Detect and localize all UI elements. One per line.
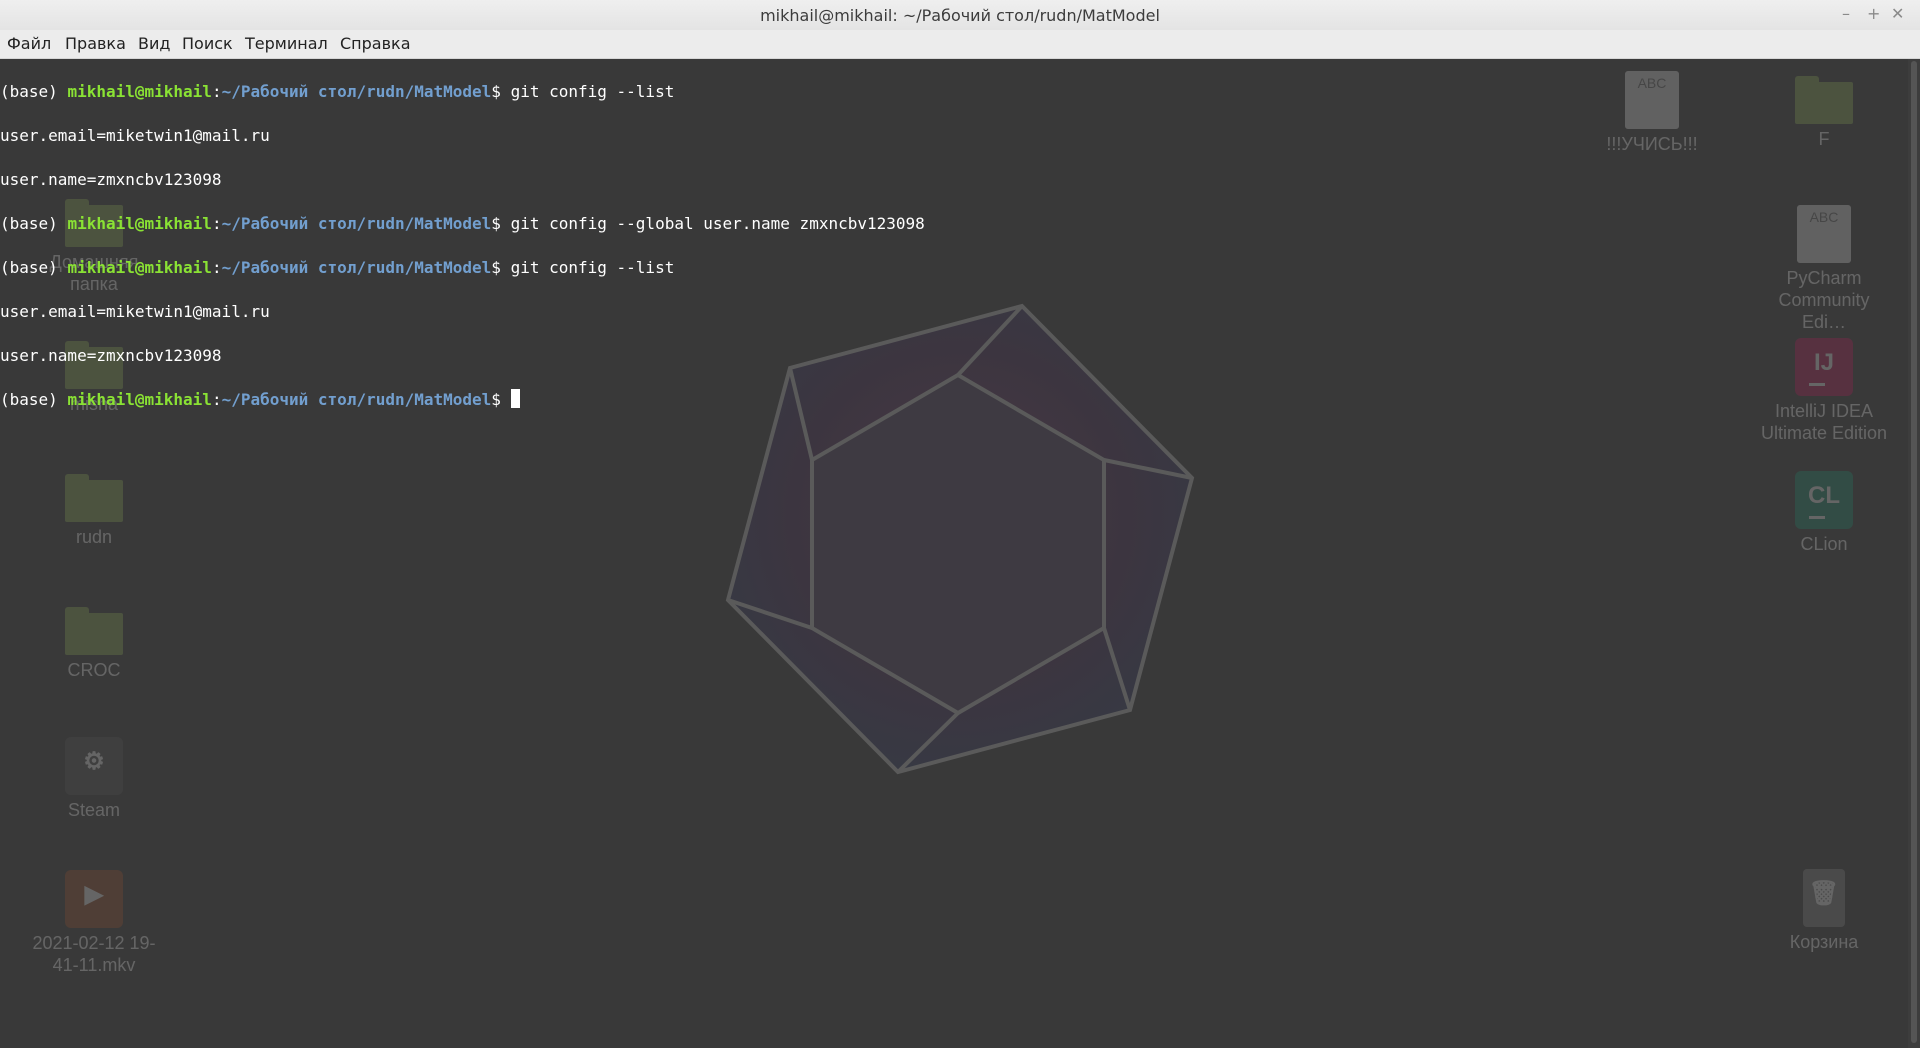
desktop-icon-pycharm: ABC PyCharm Community Edi… (1759, 205, 1889, 333)
desktop-icon-uchis: ABC !!!УЧИСЬ!!! (1587, 71, 1717, 155)
terminal-line: user.email=miketwin1@mail.ru (0, 126, 270, 145)
window-title: mikhail@mikhail: ~/Рабочий стол/rudn/Mat… (760, 6, 1160, 25)
desktop-icon-steam: ⚙ Steam (29, 737, 159, 821)
terminal-output: (base) mikhail@mikhail:~/Рабочий стол/ru… (0, 59, 925, 455)
desktop-icon-label: Корзина (1789, 932, 1859, 952)
command-text: git config --list (500, 258, 675, 277)
command-text (501, 390, 511, 409)
menu-bar: Файл Правка Вид Поиск Терминал Справка (0, 30, 1920, 59)
minimize-button[interactable]: – (1842, 4, 1850, 24)
desktop-icon-label: rudn (75, 527, 113, 547)
video-file-icon: ▶ (65, 870, 123, 928)
terminal-line: (base) mikhail@mikhail:~/Рабочий стол/ru… (0, 214, 925, 233)
steam-icon: ⚙ (65, 737, 123, 795)
desktop-icon-label: PyCharm Community Edi… (1778, 268, 1870, 332)
menu-terminal[interactable]: Терминал (245, 34, 328, 53)
intellij-glyph: IJ (1813, 349, 1834, 376)
desktop-icon-rudn: rudn (29, 474, 159, 548)
terminal-line: user.name=zmxncbv123098 (0, 170, 222, 189)
trash-icon: 🗑 (1803, 869, 1845, 927)
command-text: git config --list (500, 82, 675, 101)
prompt-user-host: mikhail@mikhail (67, 82, 212, 101)
intellij-icon: IJ (1795, 338, 1853, 396)
desktop-icon-label: 2021-02-12 19-41-11.mkv (32, 933, 156, 975)
terminal-cursor[interactable] (510, 389, 520, 408)
desktop-icon-label: CLion (1800, 534, 1848, 554)
menu-help[interactable]: Справка (340, 34, 411, 53)
folder-icon (1795, 76, 1853, 124)
folder-icon (65, 474, 123, 522)
desktop-icon-f: F (1759, 76, 1889, 150)
desktop-icon-label: Steam (67, 800, 121, 820)
terminal-scrollbar[interactable] (1908, 59, 1920, 1048)
desktop-icon-label: CROC (67, 660, 121, 680)
desktop-icon-label: !!!УЧИСЬ!!! (1606, 134, 1698, 154)
desktop-icon-label: F (1818, 129, 1830, 149)
maximize-button[interactable]: + (1867, 4, 1880, 24)
scrollbar-thumb[interactable] (1911, 61, 1917, 1043)
prompt-path: ~/Рабочий стол/rudn/MatModel (221, 82, 492, 101)
desktop-icon-intellij: IJ IntelliJ IDEA Ultimate Edition (1759, 338, 1889, 444)
menu-edit[interactable]: Правка (65, 34, 126, 53)
clion-glyph: CL (1808, 482, 1840, 509)
terminal-line: user.email=miketwin1@mail.ru (0, 302, 270, 321)
document-icon: ABC (1625, 71, 1679, 129)
desktop-icon-clion: CL CLion (1759, 471, 1889, 555)
terminal-line: (base) mikhail@mikhail:~/Рабочий стол/ru… (0, 389, 925, 411)
close-button[interactable]: ✕ (1891, 4, 1904, 24)
window-titlebar[interactable]: mikhail@mikhail: ~/Рабочий стол/rudn/Mat… (0, 0, 1920, 30)
terminal-line: (base) mikhail@mikhail:~/Рабочий стол/ru… (0, 82, 675, 101)
clion-icon: CL (1795, 471, 1853, 529)
terminal-area[interactable]: Домашняя папка misha rudn CROC ⚙ Steam ▶… (0, 59, 1908, 1048)
prompt-user-host: mikhail@mikhail (67, 390, 212, 409)
prompt-user-host: mikhail@mikhail (67, 214, 212, 233)
terminal-line: (base) mikhail@mikhail:~/Рабочий стол/ru… (0, 258, 675, 277)
prompt-path: ~/Рабочий стол/rudn/MatModel (221, 390, 492, 409)
prompt-user-host: mikhail@mikhail (67, 258, 212, 277)
desktop-icon-trash: 🗑 Корзина (1759, 869, 1889, 953)
prompt-path: ~/Рабочий стол/rudn/MatModel (221, 258, 492, 277)
folder-icon (65, 607, 123, 655)
document-icon: ABC (1797, 205, 1851, 263)
prompt-path: ~/Рабочий стол/rudn/MatModel (221, 214, 492, 233)
desktop-icon-label: IntelliJ IDEA Ultimate Edition (1760, 401, 1888, 443)
terminal-line: user.name=zmxncbv123098 (0, 346, 222, 365)
desktop-icon-video: ▶ 2021-02-12 19-41-11.mkv (29, 870, 159, 976)
menu-search[interactable]: Поиск (182, 34, 233, 53)
menu-file[interactable]: Файл (7, 34, 51, 53)
command-text: git config --global user.name zmxncbv123… (500, 214, 925, 233)
menu-view[interactable]: Вид (138, 34, 170, 53)
desktop-icon-croc: CROC (29, 607, 159, 681)
